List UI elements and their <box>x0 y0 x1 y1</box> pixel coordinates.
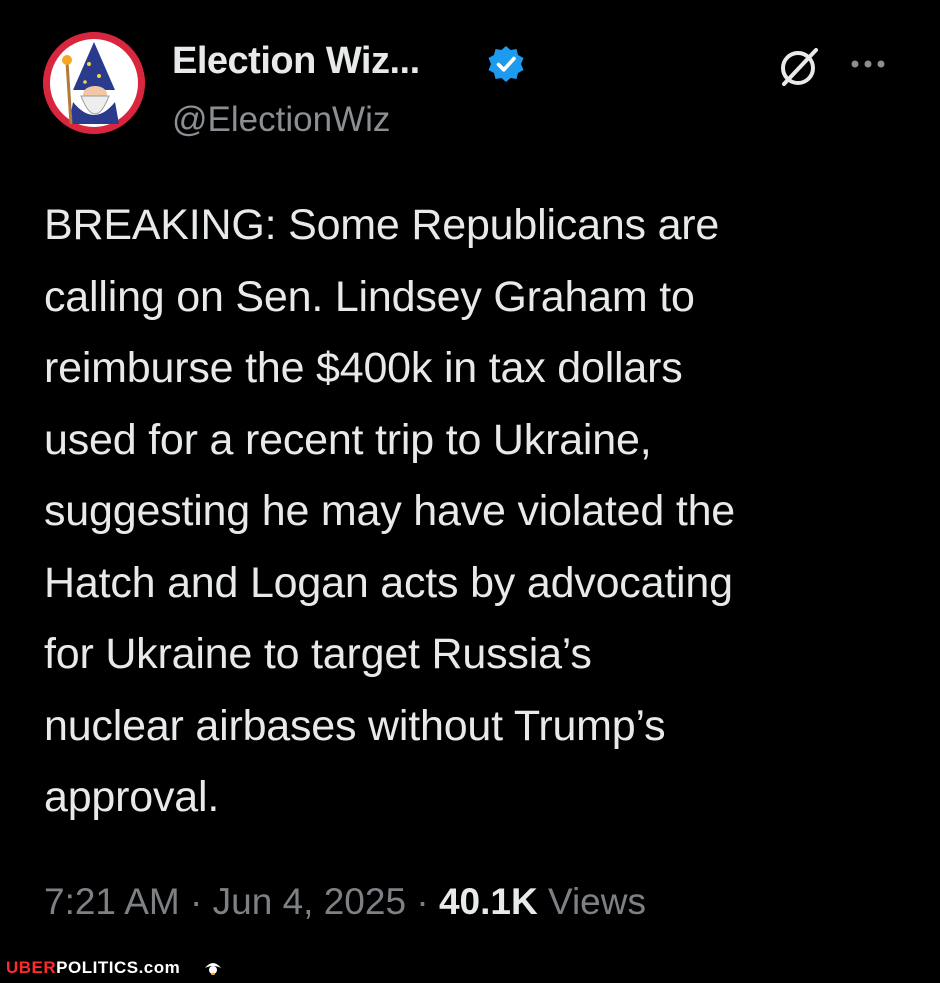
meta-separator: · <box>416 881 429 922</box>
verified-badge-icon[interactable] <box>486 44 526 84</box>
handle[interactable]: @ElectionWiz <box>172 100 390 140</box>
avatar[interactable] <box>43 32 145 134</box>
eagle-icon <box>202 958 224 978</box>
watermark: UBERPOLITICS.com <box>6 958 221 978</box>
tweet-card[interactable]: Election Wiz... @ElectionWiz BREAKING: S… <box>0 0 940 955</box>
watermark-politics: POLITICS.com <box>56 958 181 977</box>
views-label: Views <box>547 881 646 922</box>
wizard-icon <box>43 32 145 134</box>
grok-icon[interactable] <box>776 44 822 90</box>
tweet-text: BREAKING: Some Republicans are calling o… <box>44 201 736 821</box>
tweet-time[interactable]: 7:21 AM <box>44 881 180 922</box>
display-name[interactable]: Election Wiz... <box>172 40 420 83</box>
tweet-meta: 7:21 AM · Jun 4, 2025 · 40.1K Views <box>44 881 646 923</box>
tweet-date[interactable]: Jun 4, 2025 <box>213 881 406 922</box>
meta-separator: · <box>190 881 203 922</box>
watermark-uber: UBER <box>6 958 57 977</box>
views-count[interactable]: 40.1K <box>439 881 538 922</box>
more-options-icon[interactable] <box>848 52 888 76</box>
